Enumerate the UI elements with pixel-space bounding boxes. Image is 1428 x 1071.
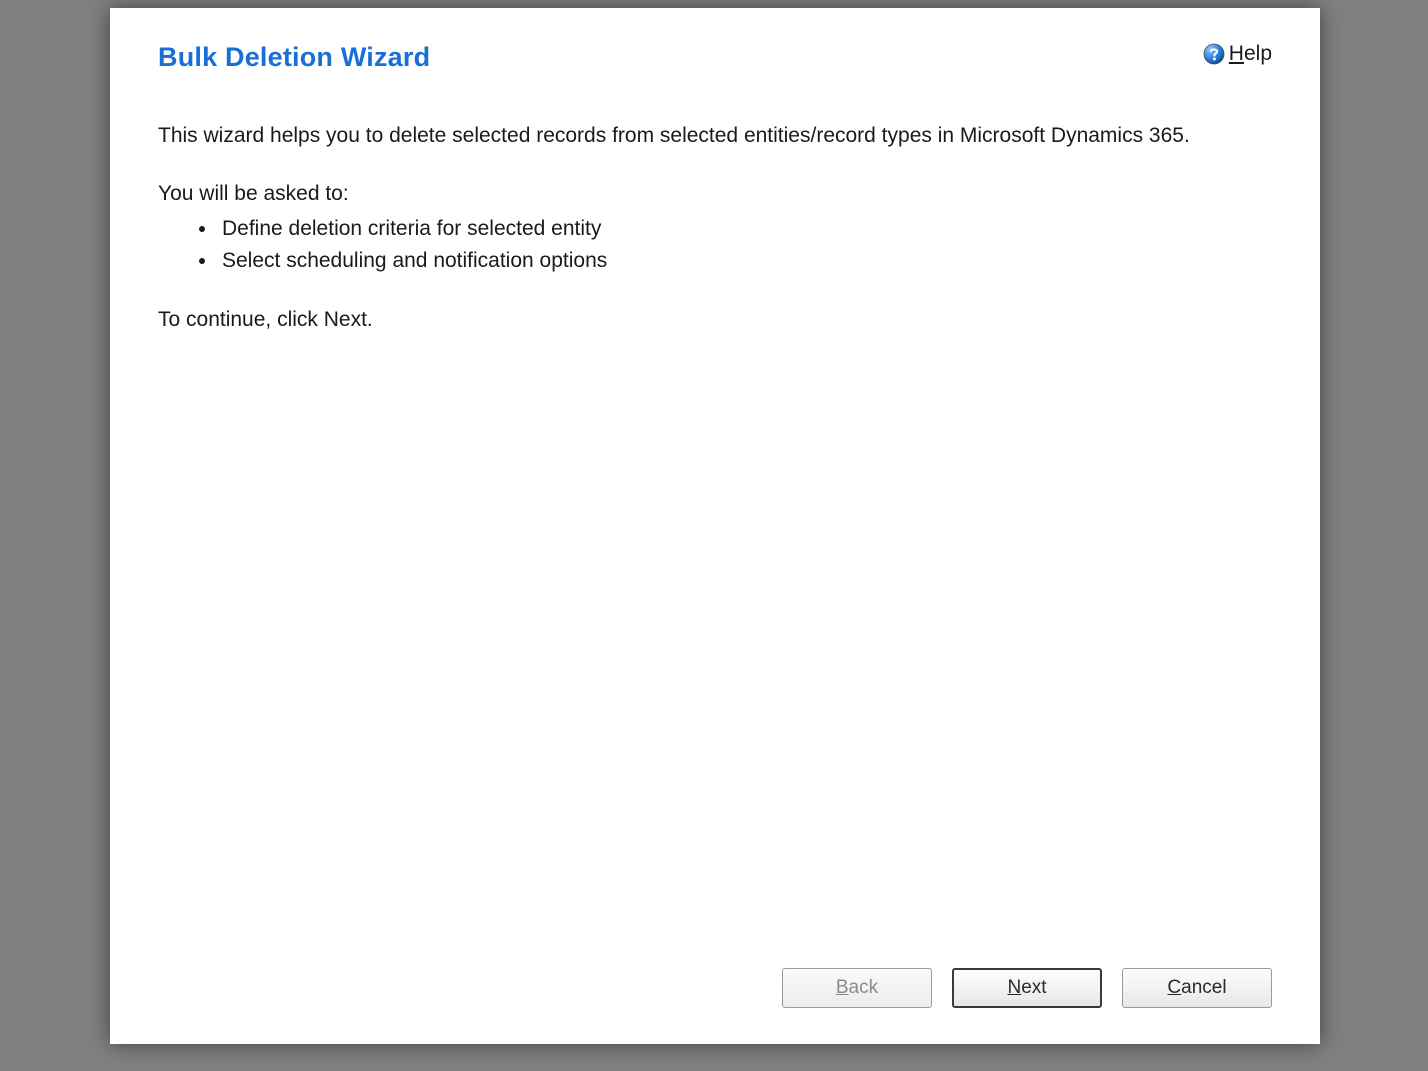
wizard-title: Bulk Deletion Wizard — [158, 42, 430, 73]
help-label: Help — [1229, 42, 1272, 66]
help-icon — [1203, 43, 1225, 65]
wizard-body: This wizard helps you to delete selected… — [110, 73, 1320, 363]
next-button[interactable]: Next — [952, 968, 1102, 1008]
prompt-text: You will be asked to: — [158, 179, 1272, 209]
bulk-deletion-wizard-dialog: Bulk Deletion Wizard Help — [110, 8, 1320, 1044]
button-bar: Back Next Cancel — [110, 968, 1320, 1044]
help-link[interactable]: Help — [1203, 42, 1272, 66]
list-item: Select scheduling and notification optio… — [218, 246, 1272, 276]
cancel-button[interactable]: Cancel — [1122, 968, 1272, 1008]
intro-text: This wizard helps you to delete selected… — [158, 121, 1272, 151]
dialog-header: Bulk Deletion Wizard Help — [110, 8, 1320, 73]
steps-list: Define deletion criteria for selected en… — [218, 214, 1272, 277]
list-item: Define deletion criteria for selected en… — [218, 214, 1272, 244]
continue-text: To continue, click Next. — [158, 305, 1272, 335]
back-button: Back — [782, 968, 932, 1008]
